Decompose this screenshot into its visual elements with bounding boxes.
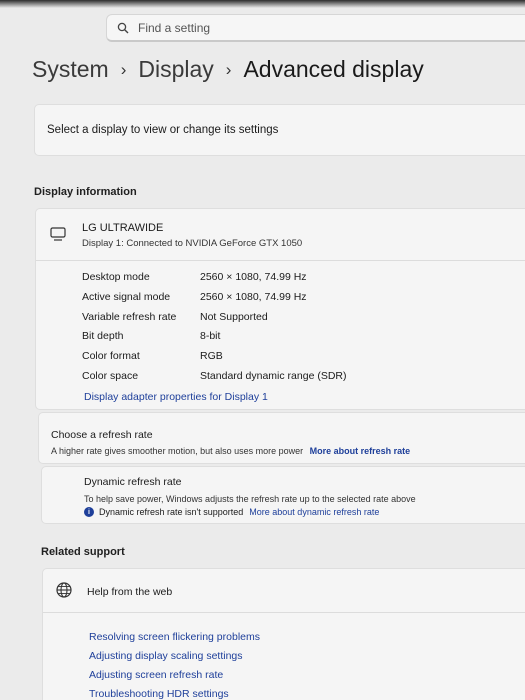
display-information-card: LG ULTRAWIDE Display 1: Connected to NVI… bbox=[35, 208, 525, 410]
dynamic-refresh-note: i Dynamic refresh rate isn't supported M… bbox=[84, 507, 379, 517]
window-top-edge bbox=[0, 0, 525, 8]
refresh-rate-desc-text: A higher rate gives smoother motion, but… bbox=[51, 446, 304, 456]
help-link[interactable]: Adjusting screen refresh rate bbox=[89, 669, 260, 688]
info-key: Active signal mode bbox=[82, 290, 171, 303]
help-from-web-expander[interactable]: Help from the web bbox=[43, 569, 525, 613]
monitor-header: LG ULTRAWIDE Display 1: Connected to NVI… bbox=[36, 209, 525, 261]
more-about-refresh-rate-link[interactable]: More about refresh rate bbox=[310, 446, 411, 456]
chevron-right-icon: › bbox=[225, 59, 232, 79]
refresh-rate-title: Choose a refresh rate bbox=[51, 429, 153, 441]
info-key: Color format bbox=[82, 350, 140, 363]
related-support-card: Help from the web Resolving screen flick… bbox=[42, 568, 525, 700]
info-value: RGB bbox=[200, 350, 223, 363]
info-value: Standard dynamic range (SDR) bbox=[200, 369, 347, 382]
info-value: 2560 × 1080, 74.99 Hz bbox=[200, 271, 307, 283]
display-adapter-properties-link[interactable]: Display adapter properties for Display 1 bbox=[84, 391, 268, 403]
settings-page: Find a setting System › Display › Advanc… bbox=[0, 0, 525, 700]
info-value: Not Supported bbox=[200, 310, 268, 323]
page-title: Advanced display bbox=[243, 56, 424, 82]
info-key: Desktop mode bbox=[82, 271, 150, 283]
info-value: 2560 × 1080, 74.99 Hz bbox=[200, 290, 307, 303]
dynamic-refresh-unsupported: Dynamic refresh rate isn't supported bbox=[99, 507, 244, 517]
dynamic-refresh-card: Dynamic refresh rate To help save power,… bbox=[41, 466, 525, 524]
info-key: Variable refresh rate bbox=[82, 310, 177, 323]
related-support-heading: Related support bbox=[41, 546, 125, 558]
search-placeholder: Find a setting bbox=[138, 20, 211, 35]
breadcrumb-display[interactable]: Display bbox=[138, 56, 213, 83]
more-about-dynamic-refresh-link[interactable]: More about dynamic refresh rate bbox=[249, 507, 379, 517]
help-link[interactable]: Troubleshooting HDR settings bbox=[89, 688, 260, 700]
search-icon bbox=[117, 22, 129, 33]
refresh-rate-card[interactable]: Choose a refresh rate A higher rate give… bbox=[38, 412, 525, 464]
help-link[interactable]: Resolving screen flickering problems bbox=[89, 631, 260, 650]
breadcrumb: System › Display › Advanced display bbox=[32, 56, 424, 83]
globe-icon bbox=[56, 582, 72, 598]
breadcrumb-system[interactable]: System bbox=[32, 56, 109, 83]
help-link[interactable]: Adjusting display scaling settings bbox=[89, 650, 260, 669]
select-display-dropdown[interactable]: Select a display to view or change its s… bbox=[34, 104, 525, 156]
monitor-connection: Display 1: Connected to NVIDIA GeForce G… bbox=[82, 238, 303, 249]
info-key: Bit depth bbox=[82, 330, 124, 343]
select-display-label: Select a display to view or change its s… bbox=[47, 124, 279, 136]
info-value: 8-bit bbox=[200, 330, 221, 343]
help-links-list: Resolving screen flickering problems Adj… bbox=[89, 631, 260, 700]
dynamic-refresh-description: To help save power, Windows adjusts the … bbox=[84, 494, 416, 504]
info-icon: i bbox=[84, 507, 94, 517]
monitor-name: LG ULTRAWIDE bbox=[82, 222, 164, 234]
dynamic-refresh-title: Dynamic refresh rate bbox=[84, 476, 182, 488]
display-information-heading: Display information bbox=[34, 186, 137, 198]
help-from-web-label: Help from the web bbox=[87, 586, 173, 598]
info-key: Color space bbox=[82, 369, 139, 382]
refresh-rate-description: A higher rate gives smoother motion, but… bbox=[51, 446, 410, 456]
chevron-right-icon: › bbox=[120, 59, 127, 79]
search-input[interactable]: Find a setting bbox=[106, 14, 525, 42]
monitor-icon bbox=[50, 227, 66, 241]
